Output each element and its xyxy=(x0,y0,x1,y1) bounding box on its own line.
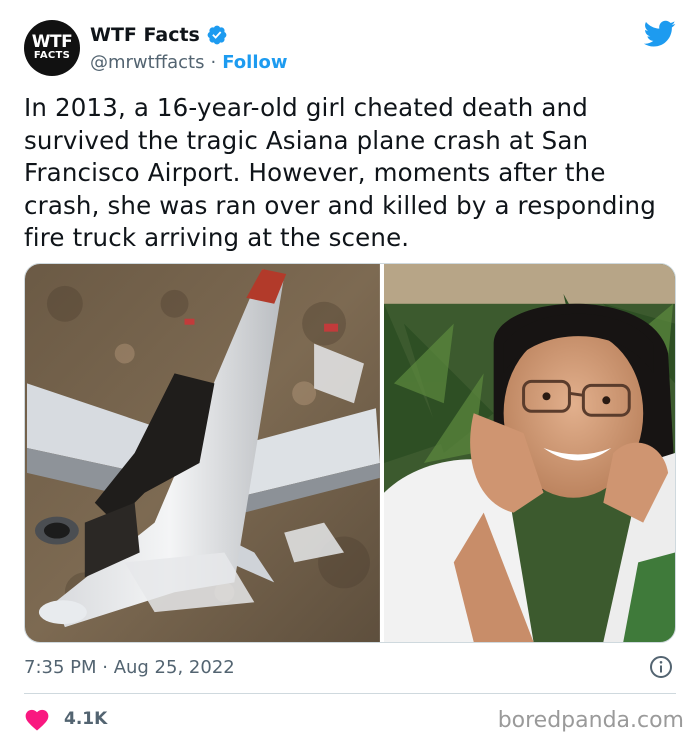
heart-icon xyxy=(25,709,49,731)
girl-photo[interactable] xyxy=(383,264,675,642)
author-name-row: WTF Facts xyxy=(90,22,228,48)
tweet-card: WTF FACTS WTF Facts @mrwtffacts · Follow… xyxy=(0,0,700,746)
girl-photo-image xyxy=(383,264,675,642)
handle-row: @mrwtffacts · Follow xyxy=(90,50,288,74)
display-name[interactable]: WTF Facts xyxy=(90,24,200,46)
timestamp-text: 7:35 PM · Aug 25, 2022 xyxy=(24,656,235,678)
verified-badge-icon xyxy=(207,25,227,45)
divider xyxy=(24,693,676,694)
watermark: boredpanda.com xyxy=(497,708,684,733)
follow-button[interactable]: Follow xyxy=(222,52,287,73)
avatar-line-2: FACTS xyxy=(33,50,71,61)
crash-photo[interactable] xyxy=(25,264,380,642)
tweet-text: In 2013, a 16-year-old girl cheated deat… xyxy=(24,93,656,253)
media-grid[interactable] xyxy=(24,263,676,643)
like-count: 4.1K xyxy=(64,709,108,729)
separator-dot: · xyxy=(210,51,217,73)
timestamp[interactable]: 7:35 PM · Aug 25, 2022 xyxy=(24,654,235,680)
handle[interactable]: @mrwtffacts xyxy=(90,52,204,73)
avatar-line-1: WTF xyxy=(31,32,73,52)
like-button[interactable]: 4.1K xyxy=(24,706,107,732)
crash-photo-image xyxy=(25,264,380,642)
twitter-bird-icon[interactable] xyxy=(644,20,676,48)
info-icon[interactable] xyxy=(649,655,673,679)
avatar[interactable]: WTF FACTS xyxy=(24,20,80,76)
